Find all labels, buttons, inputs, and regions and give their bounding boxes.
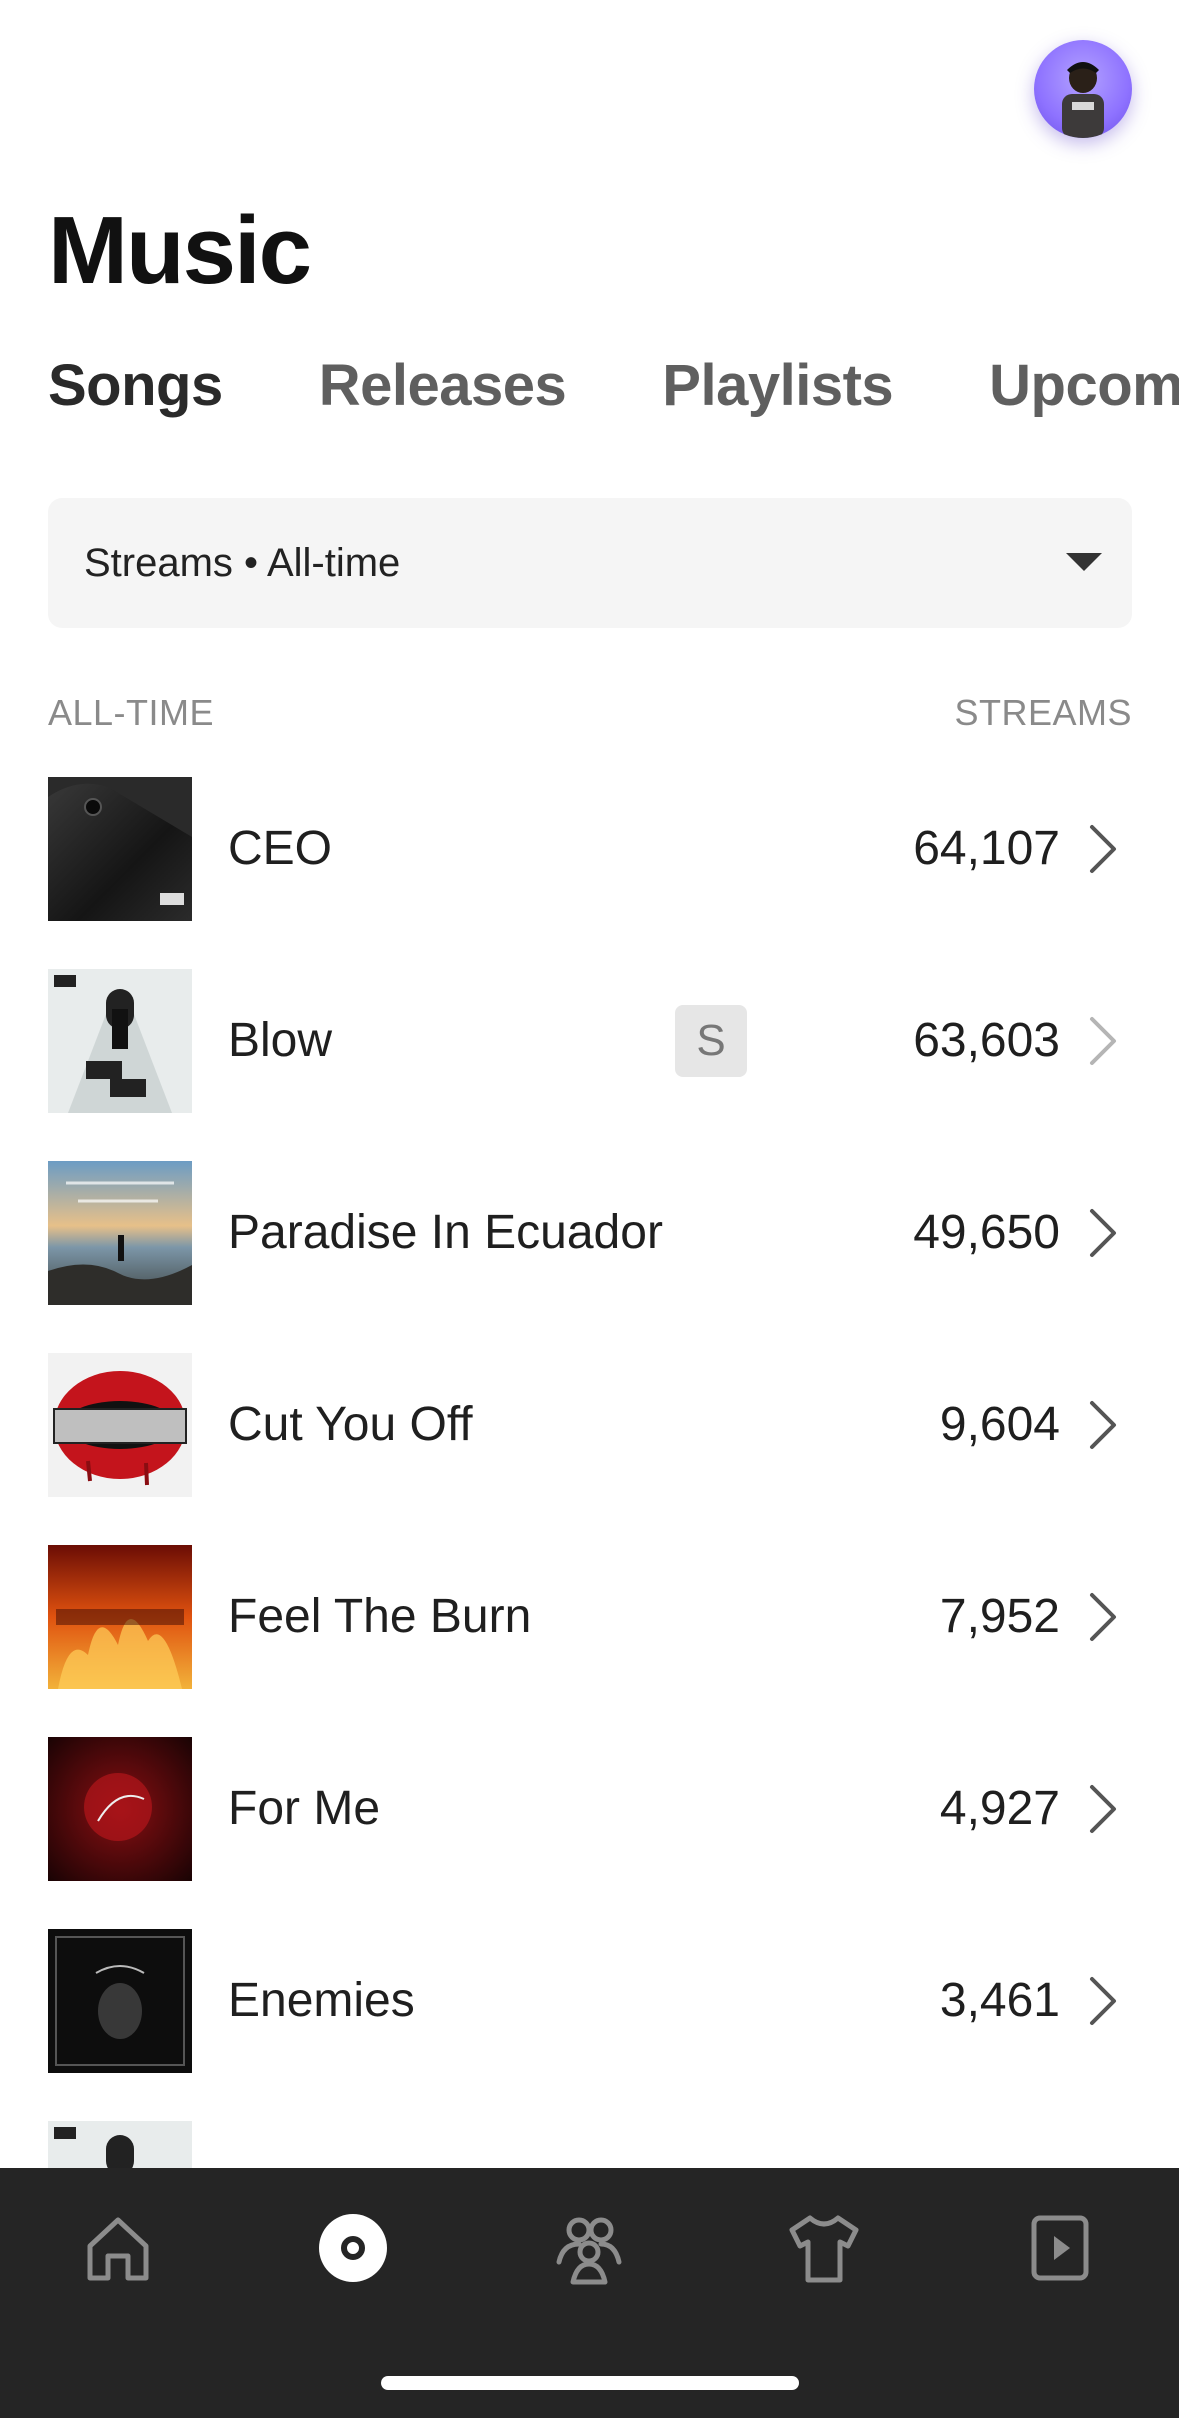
song-row-ceo[interactable]: CEO 64,107	[48, 777, 1132, 921]
song-row-partial[interactable]	[48, 2121, 1132, 2168]
home-icon[interactable]	[78, 2208, 158, 2288]
song-title: Feel The Burn	[228, 1590, 532, 1643]
chevron-right-icon	[1090, 1401, 1116, 1449]
song-cover-art	[48, 1353, 192, 1497]
page-title: Music	[48, 197, 312, 304]
song-stream-count: 3,461	[939, 1974, 1060, 2027]
music-disc-icon[interactable]	[313, 2208, 393, 2288]
song-row-feel-the-burn[interactable]: Feel The Burn 7,952	[48, 1545, 1132, 1689]
song-cover-art	[48, 1161, 192, 1305]
song-title: Enemies	[228, 1974, 415, 2027]
song-title: For Me	[228, 1782, 381, 1835]
song-row-enemies[interactable]: Enemies 3,461	[48, 1929, 1132, 2073]
song-row-blow[interactable]: Blow S 63,603	[48, 969, 1132, 1113]
song-cover-art	[48, 1929, 192, 2073]
tab-songs[interactable]: Songs	[48, 352, 223, 419]
song-stream-count: 64,107	[913, 822, 1060, 875]
song-cover-art	[48, 777, 192, 921]
metric-filter-dropdown[interactable]: Streams • All-time	[48, 498, 1132, 628]
song-row-for-me[interactable]: For Me 4,927	[48, 1737, 1132, 1881]
tab-releases[interactable]: Releases	[319, 352, 567, 419]
status-badge: S	[675, 1005, 747, 1077]
song-title: CEO	[228, 822, 333, 875]
home-indicator	[381, 2376, 799, 2390]
caret-down-icon	[1066, 553, 1102, 571]
chevron-right-icon	[1090, 1209, 1116, 1257]
song-cover-art	[48, 1737, 192, 1881]
song-stream-count: 49,650	[913, 1206, 1060, 1259]
tab-playlists[interactable]: Playlists	[662, 352, 893, 419]
chevron-right-icon	[1090, 1977, 1116, 2025]
profile-avatar[interactable]	[1034, 40, 1132, 138]
song-row-paradise-in-ecuador[interactable]: Paradise In Ecuador 49,650	[48, 1161, 1132, 1305]
song-row-cut-you-off[interactable]: Cut You Off 9,604	[48, 1353, 1132, 1497]
tab-upcoming[interactable]: Upcoming	[989, 352, 1179, 419]
song-stream-count: 4,927	[939, 1782, 1060, 1835]
list-header-metric: STREAMS	[954, 692, 1132, 733]
chevron-right-icon	[1090, 825, 1116, 873]
user-avatar-icon	[1062, 62, 1104, 138]
list-header: ALL-TIME STREAMS	[48, 692, 1132, 742]
audience-icon[interactable]	[549, 2208, 629, 2288]
song-stream-count: 7,952	[939, 1590, 1060, 1643]
chevron-right-icon	[1090, 1017, 1116, 1065]
chevron-right-icon	[1090, 1785, 1116, 1833]
video-play-icon[interactable]	[1020, 2208, 1100, 2288]
chevron-right-icon	[1090, 1593, 1116, 1641]
song-stream-count: 9,604	[939, 1398, 1060, 1451]
list-header-period: ALL-TIME	[48, 692, 215, 733]
song-cover-art	[48, 969, 192, 1113]
song-cover-art	[48, 2121, 192, 2168]
song-stream-count: 63,603	[913, 1014, 1060, 1067]
song-cover-art	[48, 1545, 192, 1689]
song-title: Cut You Off	[228, 1398, 473, 1451]
song-title: Paradise In Ecuador	[228, 1206, 663, 1259]
song-title: Blow	[228, 1014, 333, 1067]
music-tabs: Songs Releases Playlists Upcoming	[48, 352, 1179, 432]
merch-shirt-icon[interactable]	[784, 2208, 864, 2288]
dropdown-selected-value: Streams • All-time	[84, 540, 401, 585]
